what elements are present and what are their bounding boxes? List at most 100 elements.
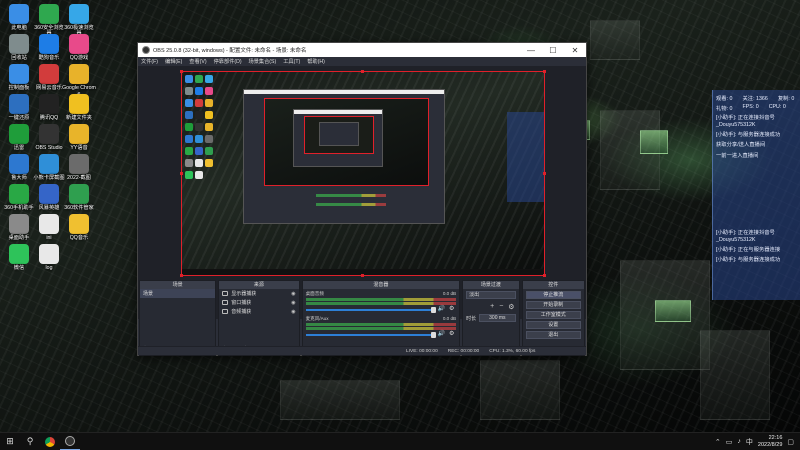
file-icon	[39, 214, 59, 234]
desktop-icon-label: 2022-截图	[67, 175, 91, 181]
resize-handle[interactable]	[180, 274, 183, 277]
gear-icon[interactable]: ⚙	[449, 305, 454, 312]
add-transition-button[interactable]: +	[490, 303, 494, 311]
desktop-icon[interactable]: 2022-截图	[62, 154, 96, 182]
menu-help[interactable]: 帮助(H)	[307, 58, 325, 65]
start-button[interactable]: ⊞	[0, 433, 20, 450]
resize-handle[interactable]	[180, 70, 183, 73]
source-item[interactable]: 显示器捕获 ◉	[219, 289, 298, 298]
chrome-icon[interactable]	[40, 433, 60, 450]
nested-titlebar	[244, 90, 444, 94]
desktop-icon[interactable]: 小熊卡屏截图	[32, 154, 66, 182]
desktop-icon[interactable]: 360软件管家	[62, 184, 96, 212]
gear-icon[interactable]: ⚙	[508, 303, 514, 311]
desktop-icon[interactable]: log	[32, 244, 66, 272]
visibility-eye-icon[interactable]: ◉	[291, 300, 295, 306]
volume-slider[interactable]	[305, 307, 436, 313]
desktop-icon[interactable]: YY语音	[62, 124, 96, 152]
desktop-icon[interactable]: 新建文件夹	[62, 94, 96, 122]
preview-nested-obs	[243, 89, 445, 224]
source-item[interactable]: 窗口捕获 ◉	[219, 298, 298, 307]
visibility-eye-icon[interactable]: ◉	[291, 309, 295, 315]
preview-control-panel-icon	[185, 99, 193, 107]
ime-icon[interactable]: 中	[746, 437, 753, 447]
preview-obs-icon	[195, 123, 203, 131]
resize-handle[interactable]	[180, 172, 183, 175]
transitions-dock: 场景过渡 淡出 + − ⚙ 时长 300 ms	[462, 280, 520, 356]
resize-handle[interactable]	[543, 70, 546, 73]
obs-window-title: OBS 25.0.8 (32-bit, windows) - 配置文件: 未命名…	[153, 48, 307, 54]
chevron-up-icon[interactable]: ⌃	[715, 438, 721, 446]
maximize-button[interactable]: ☐	[542, 43, 564, 57]
stop-streaming-button[interactable]: 停止推流	[525, 291, 581, 299]
preview-browser-icon	[205, 75, 213, 83]
desktop-icon[interactable]: 腾讯QQ	[32, 94, 66, 122]
menu-docks[interactable]: 停靠部件(D)	[214, 58, 242, 65]
transition-select[interactable]: 淡出	[466, 291, 516, 299]
network-icon[interactable]: ▭	[726, 438, 733, 446]
notification-icon[interactable]: ▢	[787, 438, 794, 446]
desktop-icon[interactable]: QQ游戏	[62, 34, 96, 62]
sources-header: 来源	[219, 281, 299, 289]
obs-titlebar[interactable]: OBS 25.0.8 (32-bit, windows) - 配置文件: 未命名…	[138, 43, 586, 57]
track-db: 0.0 dB	[442, 291, 457, 296]
obs-window[interactable]: OBS 25.0.8 (32-bit, windows) - 配置文件: 未命名…	[137, 42, 587, 356]
duration-field[interactable]: 300 ms	[479, 314, 516, 322]
desktop-icon[interactable]: 360手机助手	[2, 184, 36, 212]
preview-music-icon	[195, 87, 203, 95]
desktop-icon[interactable]: 风暴英雄	[32, 184, 66, 212]
desktop-icon-label: 腾讯QQ	[39, 115, 59, 121]
desktop-icon[interactable]: QQ音乐	[62, 214, 96, 242]
desktop-icon[interactable]: 360安全浏览器	[32, 4, 66, 38]
speaker-icon[interactable]: ♪	[737, 438, 741, 445]
obs-taskbar-icon[interactable]	[60, 433, 80, 450]
desktop-icon[interactable]: OBS Studio	[32, 124, 66, 152]
minimize-button[interactable]: —	[520, 43, 542, 57]
preview-canvas[interactable]	[181, 71, 545, 276]
menu-scene-collection[interactable]: 场景集合(S)	[249, 58, 277, 65]
speaker-icon[interactable]: 🔊	[438, 305, 445, 312]
close-button[interactable]: ✕	[564, 43, 586, 57]
preview-screenshot-icon	[195, 135, 203, 143]
desktop-icon[interactable]: 迅雷	[2, 124, 36, 152]
desktop-icon[interactable]: Google Chrome	[62, 64, 96, 98]
scene-item[interactable]: 场景	[140, 289, 216, 298]
desktop-icon[interactable]: 此电脑	[2, 4, 36, 32]
desktop-icon[interactable]: 360极速浏览器	[62, 4, 96, 38]
desktop-icon-label: 风暴英雄	[38, 205, 60, 211]
menu-tools[interactable]: 工具(T)	[283, 58, 300, 65]
speaker-icon[interactable]: 🔊	[438, 330, 445, 337]
desktop-icon[interactable]: ini	[32, 214, 66, 242]
start-recording-button[interactable]: 开始录制	[525, 301, 581, 309]
search-icon[interactable]: ⚲	[20, 433, 40, 450]
shield-icon	[69, 184, 89, 204]
track-name: 麦克风/Aux	[305, 316, 329, 321]
wechat-icon	[9, 244, 29, 264]
system-tray: ⌃ ▭ ♪ 中 22:16 2022/8/29 ▢	[715, 435, 800, 448]
resize-handle[interactable]	[361, 70, 364, 73]
desktop-icon[interactable]: 微信	[2, 244, 36, 272]
gear-icon[interactable]: ⚙	[449, 330, 454, 337]
desktop-icon[interactable]: 一键还原	[2, 94, 36, 122]
desktop-icon[interactable]: 酷狗音乐	[32, 34, 66, 62]
settings-button[interactable]: 设置	[525, 321, 581, 329]
resize-handle[interactable]	[543, 274, 546, 277]
desktop-icon[interactable]: 桌面助手	[2, 214, 36, 242]
resize-handle[interactable]	[543, 172, 546, 175]
menu-edit[interactable]: 编辑(E)	[165, 58, 182, 65]
exit-button[interactable]: 退出	[525, 331, 581, 339]
menu-file[interactable]: 文件(F)	[141, 58, 158, 65]
desktop-icon[interactable]: 网易云音乐	[32, 64, 66, 92]
resize-handle[interactable]	[361, 274, 364, 277]
volume-slider[interactable]	[305, 332, 436, 338]
visibility-eye-icon[interactable]: ◉	[291, 291, 295, 297]
desktop-icon[interactable]: 控制面板	[2, 64, 36, 92]
menu-view[interactable]: 查看(V)	[189, 58, 206, 65]
remove-transition-button[interactable]: −	[499, 303, 503, 311]
preview-assistant-icon	[185, 159, 193, 167]
source-item[interactable]: 音频捕获 ◉	[219, 307, 298, 316]
desktop-icon[interactable]: 回收站	[2, 34, 36, 62]
studio-mode-button[interactable]: 工作室模式	[525, 311, 581, 319]
clock[interactable]: 22:16 2022/8/29	[758, 435, 782, 448]
desktop-icon[interactable]: 鲁大师	[2, 154, 36, 182]
